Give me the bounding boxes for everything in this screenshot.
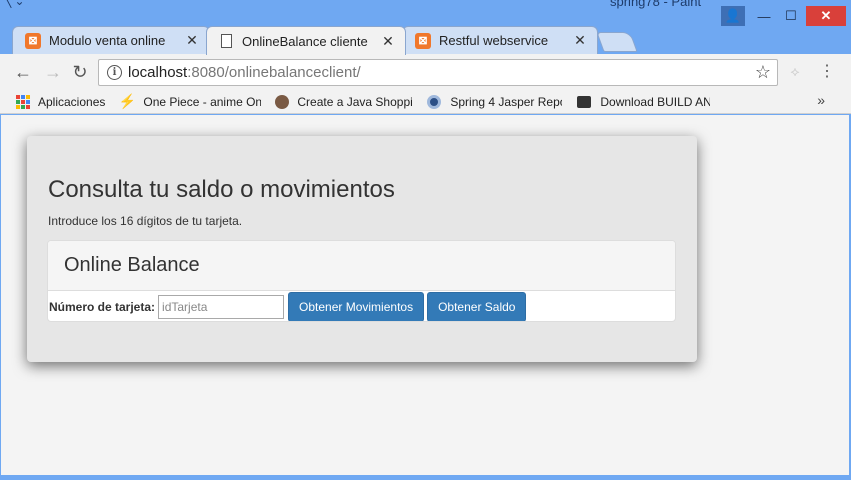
tab-restful[interactable]: ⊠ Restful webservice ✕ xyxy=(402,26,598,54)
balance-panel: Online Balance Número de tarjeta: Obtene… xyxy=(47,240,676,322)
url-host: localhost xyxy=(128,64,188,81)
address-bar[interactable]: i localhost:8080/onlinebalanceclient/ ☆ xyxy=(98,59,778,86)
get-balance-button[interactable]: Obtener Saldo xyxy=(427,291,527,321)
back-arrow-icon[interactable]: ← xyxy=(11,60,35,84)
tab-close-icon[interactable]: ✕ xyxy=(381,33,395,50)
bookmark-label: Aplicaciones xyxy=(38,94,106,109)
window-frame-bottom xyxy=(0,475,851,480)
jumbotron: Consulta tu saldo o movimientos Introduc… xyxy=(27,136,697,362)
info-icon[interactable]: i xyxy=(107,65,122,80)
tab-onlinebalance[interactable]: OnlineBalance cliente ✕ xyxy=(206,26,406,55)
minimize-button[interactable]: — xyxy=(752,6,776,26)
spring-icon xyxy=(426,94,442,110)
new-tab-button[interactable] xyxy=(596,32,638,52)
bookmark-label: Spring 4 Jasper Report xyxy=(450,94,563,109)
reload-icon[interactable]: ↻ xyxy=(68,60,92,84)
pdf-extension-icon[interactable]: ⟡ xyxy=(786,63,804,81)
page-title: Consulta tu saldo o movimientos xyxy=(48,176,395,203)
apps-grid-icon xyxy=(16,94,30,109)
tab-modulo-venta[interactable]: ⊠ Modulo venta online ✕ xyxy=(12,26,210,54)
bookmark-label: Download BUILD AND xyxy=(600,94,711,109)
bookmark-star-icon[interactable]: ☆ xyxy=(755,62,771,83)
background-window-title: spring78 - Paint xyxy=(610,0,702,9)
bookmark-one-piece[interactable]: ⚡ One Piece - anime Onli xyxy=(118,93,262,110)
page-lead: Introduce los 16 dígitos de tu tarjeta. xyxy=(48,214,243,228)
close-window-button[interactable]: ✕ xyxy=(806,6,846,26)
tab-close-icon[interactable]: ✕ xyxy=(185,32,199,49)
more-bookmarks-icon[interactable]: » xyxy=(817,92,825,108)
tab-strip: ⊠ Modulo venta online ✕ OnlineBalance cl… xyxy=(0,26,851,55)
java-icon xyxy=(275,94,290,109)
browser-menu-icon[interactable]: ⋮ xyxy=(818,62,836,82)
bookmark-download-build[interactable]: Download BUILD AND xyxy=(576,94,710,110)
url-path: :8080/onlinebalanceclient/ xyxy=(187,64,361,81)
panel-body: Número de tarjeta: Obtener Movimientos O… xyxy=(48,291,675,321)
xampp-icon: ⊠ xyxy=(415,32,431,49)
forward-arrow-icon[interactable]: → xyxy=(41,60,65,84)
card-number-label: Número de tarjeta: xyxy=(49,299,156,314)
tab-close-icon[interactable]: ✕ xyxy=(573,32,587,49)
tab-label: OnlineBalance cliente xyxy=(242,33,368,49)
window-menu-glyph: ╲ ⌄ xyxy=(4,0,25,8)
download-icon xyxy=(576,94,592,110)
bookmark-spring-jasper[interactable]: Spring 4 Jasper Report xyxy=(426,94,562,110)
bookmark-label: Create a Java Shopping xyxy=(297,94,413,109)
browser-toolbar: ← → ↻ i localhost:8080/onlinebalanceclie… xyxy=(0,54,851,90)
bookmarks-bar: Aplicaciones ⚡ One Piece - anime Onli Cr… xyxy=(0,90,851,114)
bookmark-apps[interactable]: Aplicaciones xyxy=(16,94,106,109)
panel-heading: Online Balance xyxy=(48,241,675,291)
xampp-icon: ⊠ xyxy=(25,32,41,49)
bookmark-java-shopping[interactable]: Create a Java Shopping xyxy=(275,94,413,109)
maximize-button[interactable]: ☐ xyxy=(779,6,803,26)
tab-label: Restful webservice xyxy=(439,33,549,48)
get-movements-button[interactable]: Obtener Movimientos xyxy=(288,291,425,321)
bookmark-label: One Piece - anime Onli xyxy=(143,94,262,109)
document-icon xyxy=(221,34,232,48)
one-piece-icon: ⚡ xyxy=(118,93,137,109)
profile-icon[interactable]: 👤 xyxy=(721,6,745,26)
card-number-input[interactable] xyxy=(158,294,285,319)
page-viewport: Consulta tu saldo o movimientos Introduc… xyxy=(1,115,849,475)
tab-label: Modulo venta online xyxy=(49,33,166,48)
panel-title: Online Balance xyxy=(64,254,200,276)
